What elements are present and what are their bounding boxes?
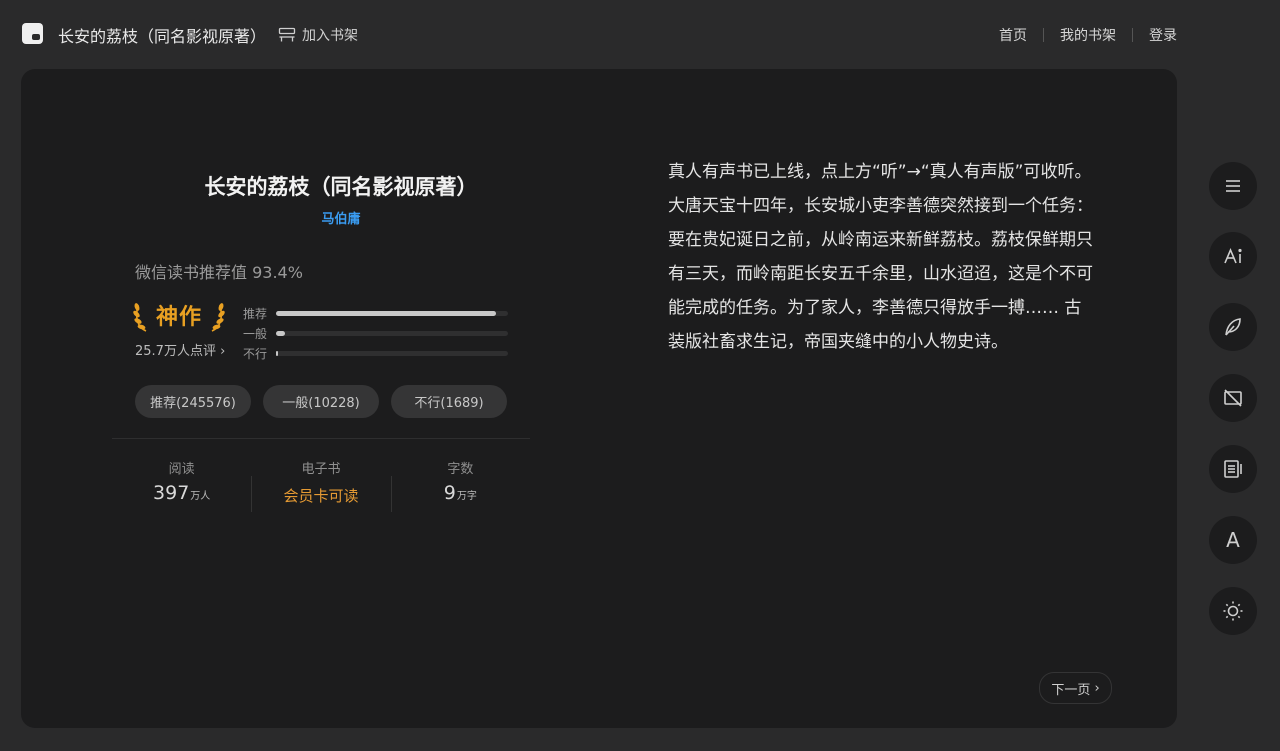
hide-button[interactable] (1209, 374, 1257, 422)
ai-icon (1224, 247, 1242, 264)
text-icon (1224, 460, 1242, 478)
brightness-icon (1223, 601, 1243, 621)
rating-badge: 神作 (133, 297, 225, 333)
rating-bar: 不行 (243, 343, 508, 363)
nav-divider (1132, 28, 1133, 42)
top-nav: 首页 我的书架 登录 (999, 25, 1177, 45)
stat-ebook: 电子书 会员卡可读 (251, 458, 390, 512)
vote-bad-button[interactable]: 不行(1689) (391, 385, 507, 418)
next-page-button[interactable]: 下一页 › (1039, 672, 1112, 704)
chevron-right-icon: › (215, 344, 226, 359)
catalog-button[interactable] (1209, 162, 1257, 210)
nav-my-shelf-link[interactable]: 我的书架 (1060, 25, 1116, 45)
stat-label: 字数 (447, 462, 474, 477)
rating-bar-label: 一般 (243, 326, 268, 341)
ebook-member-link[interactable]: 会员卡可读 (251, 485, 390, 506)
text-mode-button[interactable] (1209, 445, 1257, 493)
divider (112, 438, 530, 439)
add-to-shelf-button[interactable]: 加入书架 (278, 25, 358, 45)
hide-icon (1224, 389, 1242, 407)
brightness-button[interactable] (1209, 587, 1257, 635)
note-icon (1225, 318, 1241, 336)
cover-author[interactable]: 马伯庸 (131, 208, 551, 227)
ai-button[interactable] (1209, 232, 1257, 280)
rating-bar-fill (276, 350, 279, 356)
book-stats: 阅读 397万人 电子书 会员卡可读 字数 9万字 (112, 458, 530, 512)
book-intro: 真人有声书已上线，点上方“听”→“真人有声版”可收听。 大唐天宝十四年，长安城小… (668, 162, 1093, 352)
words-unit: 万字 (456, 491, 477, 502)
chevron-right-icon: › (1090, 680, 1100, 696)
header-book-title: 长安的荔枝（同名影视原著） (58, 27, 267, 46)
catalog-icon (1226, 180, 1240, 192)
words-number: 9 (443, 482, 456, 504)
note-button[interactable] (1209, 303, 1257, 351)
top-bar: 长安的荔枝（同名影视原著） 加入书架 首页 我的书架 登录 (0, 0, 1280, 68)
badge-label: 神作 (155, 305, 202, 330)
stat-value: 9万字 (391, 482, 530, 504)
rating-bar-label: 不行 (243, 346, 268, 361)
font-button[interactable]: A (1209, 516, 1257, 564)
stat-value: 397万人 (112, 482, 251, 504)
reader-card: 长安的荔枝（同名影视原著） 马伯庸 微信读书推荐值 93.4% 神作 25.7万… (21, 69, 1177, 728)
recommend-value: 微信读书推荐值 93.4% (135, 263, 303, 282)
stat-label: 阅读 (168, 462, 195, 477)
rating-bar: 一般 (243, 323, 508, 343)
vote-recommend-button[interactable]: 推荐(245576) (135, 385, 251, 418)
font-icon: A (1226, 528, 1240, 552)
readers-number: 397 (153, 482, 190, 504)
nav-login-link[interactable]: 登录 (1149, 25, 1177, 45)
nav-home-link[interactable]: 首页 (999, 25, 1027, 45)
add-to-shelf-label: 加入书架 (302, 28, 358, 44)
vote-ok-button[interactable]: 一般(10228) (263, 385, 379, 418)
stat-readers: 阅读 397万人 (112, 458, 251, 506)
stat-label: 电子书 (301, 462, 341, 477)
rating-bar-label: 推荐 (243, 306, 268, 321)
review-count-link[interactable]: 25.7万人点评 › (135, 340, 225, 359)
rating-bar-fill (276, 310, 497, 316)
rating-bar-track (276, 350, 508, 356)
next-page-label: 下一页 (1051, 682, 1091, 698)
rating-distribution: 推荐 一般 不行 (243, 303, 508, 363)
rating-bar: 推荐 (243, 303, 508, 323)
rating-bar-track (276, 310, 508, 316)
bookshelf-icon (278, 27, 296, 42)
rating-bar-fill (276, 330, 286, 336)
readers-unit: 万人 (190, 491, 211, 502)
review-count-label: 25.7万人点评 (135, 344, 216, 359)
stat-words: 字数 9万字 (390, 458, 530, 512)
rating-bar-track (276, 330, 508, 336)
book-info-panel: 长安的荔枝（同名影视原著） 马伯庸 微信读书推荐值 93.4% 神作 25.7万… (21, 69, 641, 728)
app-logo-icon[interactable] (22, 23, 43, 44)
vote-buttons: 推荐(245576) 一般(10228) 不行(1689) (135, 385, 507, 418)
laurel-icon (211, 303, 225, 332)
nav-divider (1043, 28, 1044, 42)
cover-book-title: 长安的荔枝（同名影视原著） (204, 174, 478, 199)
laurel-icon (133, 303, 147, 332)
